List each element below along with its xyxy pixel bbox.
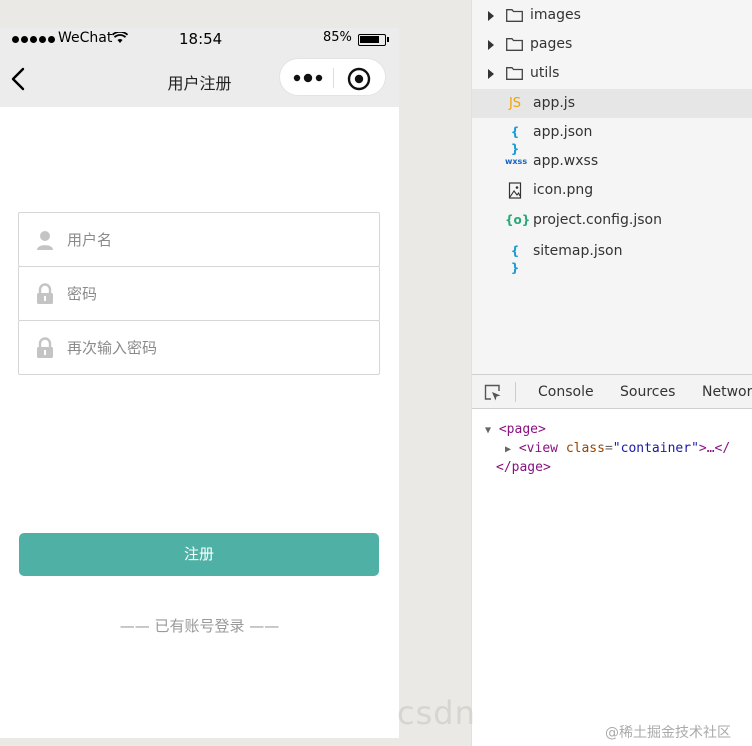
dom-node-page-close: </page> — [496, 458, 551, 477]
capsule-divider — [333, 68, 334, 88]
dom-node-page[interactable]: ▼ <page> — [485, 420, 546, 440]
lock-icon — [37, 337, 53, 358]
tab-console[interactable]: Console — [538, 384, 594, 400]
tree-folder-utils[interactable]: utils — [472, 59, 752, 88]
file-name: pages — [530, 36, 573, 52]
tree-file-app-js[interactable]: JS app.js — [472, 89, 752, 118]
file-name: sitemap.json — [533, 243, 623, 259]
devtools-tabbar: Console Sources Network — [472, 374, 752, 409]
folder-icon — [506, 9, 523, 22]
register-button[interactable]: 注册 — [19, 533, 379, 576]
tab-sources[interactable]: Sources — [620, 384, 675, 400]
file-name: app.js — [533, 95, 575, 111]
tab-divider — [515, 382, 516, 402]
devtools-panel: Console Sources Network ▼ <page> ▶ <view… — [471, 374, 752, 746]
username-input[interactable] — [67, 213, 367, 266]
more-icon[interactable] — [292, 71, 326, 85]
json-file-icon: { } — [510, 244, 520, 275]
dom-attr-value: "container" — [612, 441, 699, 456]
tree-file-app-json[interactable]: { } app.json — [472, 118, 752, 156]
credit-text: @稀土掘金技术社区 — [605, 725, 731, 741]
dom-attr-name: class — [565, 441, 605, 456]
dom-node-view[interactable]: ▶ <view class="container">…</ — [505, 439, 730, 459]
user-icon — [37, 231, 53, 250]
dom-view-open: <view — [518, 441, 558, 456]
expanded-triangle-icon[interactable]: ▼ — [485, 425, 491, 436]
inspect-element-icon[interactable] — [484, 384, 502, 402]
file-name: app.json — [533, 124, 593, 140]
caret-right-icon[interactable] — [488, 11, 494, 21]
wxss-file-icon: wxss — [505, 157, 528, 166]
file-name: app.wxss — [533, 153, 599, 169]
js-file-icon: JS — [508, 96, 522, 111]
file-name: icon.png — [533, 182, 594, 198]
folder-icon — [506, 67, 523, 80]
watermark-text: csdn — [397, 694, 476, 732]
status-time: 18:54 — [179, 30, 223, 48]
file-name: project.config.json — [533, 212, 662, 228]
status-bar: WeChat 18:54 85% — [0, 28, 399, 50]
file-name: utils — [530, 65, 560, 81]
tree-file-sitemap-json[interactable]: { } sitemap.json — [472, 237, 752, 275]
tree-folder-images[interactable]: images — [472, 1, 752, 30]
capsule-menu — [279, 58, 386, 96]
wifi-icon — [112, 32, 128, 43]
username-field — [18, 212, 380, 267]
tree-file-project-config[interactable]: {o} project.config.json — [472, 206, 752, 235]
confirm-password-input[interactable] — [67, 321, 367, 374]
carrier-label: WeChat — [58, 30, 113, 46]
image-file-icon — [508, 182, 522, 199]
lock-icon — [37, 283, 53, 304]
tab-network[interactable]: Network — [702, 384, 752, 400]
dom-page-close: </page> — [496, 460, 551, 475]
password-input[interactable] — [67, 267, 367, 320]
json-file-icon: { } — [510, 125, 520, 156]
confirm-password-field — [18, 320, 380, 375]
file-explorer: images pages utils JS app.js { } app.jso… — [471, 0, 752, 374]
battery-icon — [358, 34, 389, 46]
config-file-icon: {o} — [505, 213, 531, 227]
collapsed-triangle-icon[interactable]: ▶ — [505, 444, 511, 455]
tree-file-icon-png[interactable]: icon.png — [472, 176, 752, 205]
password-field — [18, 266, 380, 321]
tree-file-app-wxss[interactable]: wxss app.wxss — [472, 147, 752, 176]
tree-folder-pages[interactable]: pages — [472, 30, 752, 59]
close-target-icon[interactable] — [347, 67, 371, 91]
nav-bar: 用户注册 — [0, 50, 399, 107]
caret-right-icon[interactable] — [488, 69, 494, 79]
login-link[interactable]: —— 已有账号登录 —— — [0, 615, 399, 636]
folder-icon — [506, 38, 523, 51]
file-name: images — [530, 7, 581, 23]
caret-right-icon[interactable] — [488, 40, 494, 50]
signal-icon — [12, 32, 55, 43]
phone-simulator: WeChat 18:54 85% 用户注册 用户名 注册 —— 已有账号登录 —… — [0, 28, 399, 738]
battery-percent: 85% — [323, 30, 352, 45]
dom-page-open: <page> — [498, 422, 546, 437]
dom-view-rest: >…</ — [698, 441, 731, 456]
